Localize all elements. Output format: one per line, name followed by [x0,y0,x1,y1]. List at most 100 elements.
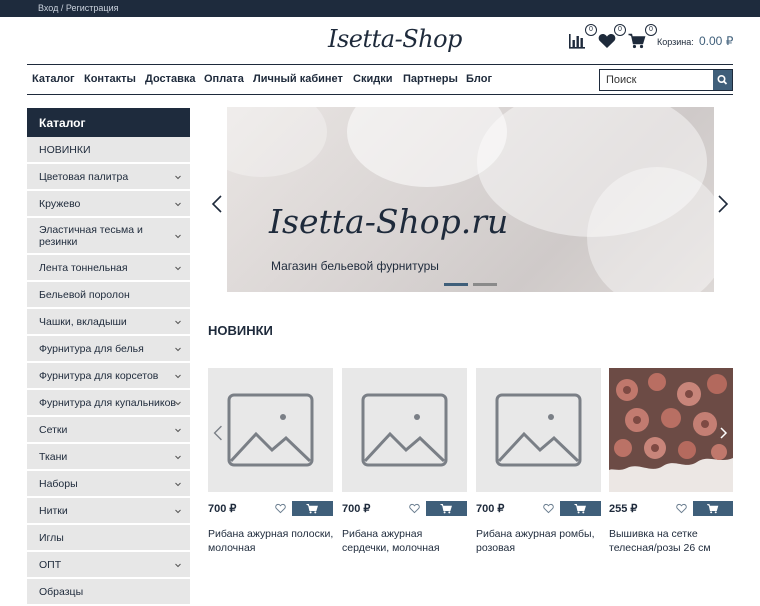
product-card[interactable]: 700 ₽ Рибана ажурная полоски, молочная [208,368,333,554]
image-placeholder-icon [227,393,314,467]
nav-discounts[interactable]: Скидки [353,73,392,85]
sidebar-item-label: Сетки [39,423,68,436]
sidebar-item-fabrics[interactable]: Ткани [27,444,190,471]
search-input[interactable] [600,70,712,90]
chevron-down-icon [175,428,181,432]
sidebar-title: Каталог [27,108,190,137]
sidebar-item-label: Наборы [39,477,78,490]
nav-delivery[interactable]: Доставка [145,73,196,85]
nav-catalog[interactable]: Каталог [32,73,75,85]
sidebar-item-label: Лента тоннельная [39,261,128,274]
add-to-cart-button[interactable] [693,501,733,516]
nav-account[interactable]: Личный кабинет [253,73,343,85]
sidebar-item-label: Ткани [39,450,68,463]
sidebar-item-lace[interactable]: Кружево [27,191,190,218]
heart-outline-icon[interactable] [409,503,420,514]
product-price: 700 ₽ [342,503,371,515]
product-price: 255 ₽ [609,503,638,515]
heart-outline-icon[interactable] [543,503,554,514]
heart-icon[interactable] [598,33,616,49]
site-logo[interactable]: Isetta-Shop [328,25,462,53]
sidebar-item-label: ОПТ [39,558,62,571]
chevron-down-icon [175,374,181,378]
sidebar-item-samples[interactable]: Образцы [27,579,190,606]
sidebar-item-color-palette[interactable]: Цветовая палитра [27,164,190,191]
sidebar-item-new[interactable]: НОВИНКИ [27,137,190,164]
product-name[interactable]: Рибана ажурная полоски, молочная [208,527,338,555]
header: Isetta-Shop 0 0 0 Корзина: 0.00 ₽ [0,17,760,65]
sidebar-item-threads[interactable]: Нитки [27,498,190,525]
product-card[interactable]: 700 ₽ Рибана ажурная ромбы, розовая [476,368,601,554]
nav-contacts[interactable]: Контакты [84,73,136,85]
carousel-prev-arrow-icon[interactable] [212,424,224,442]
chevron-down-icon [175,266,181,270]
sidebar-item-label: Иглы [39,531,64,544]
chevron-down-icon [175,563,181,567]
sidebar-item-wholesale[interactable]: ОПТ [27,552,190,579]
banner-prev-arrow-icon[interactable] [210,194,224,214]
chevron-down-icon [175,175,181,179]
compare-icon[interactable] [568,33,586,49]
sidebar-item-label: Эластичная тесьма и резинки [39,223,143,248]
embroidered-roses-image [609,368,733,470]
lace-decoration [227,107,327,177]
add-to-cart-button[interactable] [560,501,601,516]
slider-dot[interactable] [473,283,497,286]
chevron-down-icon [175,347,181,351]
product-name[interactable]: Вышивка на сетке телесная/розы 26 см [609,527,733,555]
catalog-sidebar: Каталог НОВИНКИ Цветовая палитра Кружево… [27,108,190,606]
nav-blog[interactable]: Блог [466,73,492,85]
sidebar-item-label: Фурнитура для корсетов [39,369,159,382]
cart-icon[interactable] [628,33,646,49]
cart-total[interactable]: 0.00 ₽ [699,34,733,48]
product-card[interactable]: 255 ₽ Вышивка на сетке телесная/розы 26 … [609,368,733,554]
product-price: 700 ₽ [476,503,505,515]
login-register-link[interactable]: Вход / Регистрация [38,3,118,13]
sidebar-item-mesh[interactable]: Сетки [27,417,190,444]
cart-icon [707,504,719,514]
sidebar-item-kits[interactable]: Наборы [27,471,190,498]
product-image-placeholder[interactable] [342,368,467,492]
product-image-placeholder[interactable] [208,368,333,492]
sidebar-item-elastic[interactable]: Эластичная тесьма и резинки [27,218,190,255]
product-image[interactable] [609,368,733,492]
heart-outline-icon[interactable] [275,503,286,514]
sidebar-item-cups[interactable]: Чашки, вкладыши [27,309,190,336]
slider-dot-active[interactable] [444,283,468,286]
add-to-cart-button[interactable] [292,501,333,516]
compare-count-badge: 0 [585,24,597,36]
chevron-down-icon [175,234,181,238]
product-name[interactable]: Рибана ажурная сердечки, молочная [342,527,472,555]
add-to-cart-button[interactable] [426,501,467,516]
section-title: НОВИНКИ [208,323,273,338]
sidebar-item-label: Нитки [39,504,68,517]
sidebar-item-label: Бельевой поролон [39,288,130,301]
sidebar-item-label: Кружево [39,197,81,210]
image-placeholder-icon [495,393,582,467]
chevron-down-icon [175,509,181,513]
banner-next-arrow-icon[interactable] [716,194,730,214]
product-image-placeholder[interactable] [476,368,601,492]
sidebar-item-label: Цветовая палитра [39,170,129,183]
chevron-down-icon [175,401,181,405]
image-placeholder-icon [361,393,448,467]
sidebar-item-label: Фурнитура для белья [39,342,144,355]
sidebar-item-label: Фурнитура для купальников [39,396,177,409]
hero-banner[interactable]: Isetta-Shop.ru Магазин бельевой фурнитур… [227,107,714,292]
sidebar-item-lingerie-hardware[interactable]: Фурнитура для белья [27,336,190,363]
cart-label[interactable]: Корзина: [657,37,694,47]
sidebar-item-tunnel-tape[interactable]: Лента тоннельная [27,255,190,282]
chevron-down-icon [175,455,181,459]
product-name[interactable]: Рибана ажурная ромбы, розовая [476,527,606,555]
sidebar-item-corset-hardware[interactable]: Фурнитура для корсетов [27,363,190,390]
nav-payment[interactable]: Оплата [204,73,244,85]
sidebar-item-foam[interactable]: Бельевой поролон [27,282,190,309]
product-card[interactable]: 700 ₽ Рибана ажурная сердечки, молочная [342,368,467,554]
search-button[interactable] [713,70,732,90]
sidebar-item-needles[interactable]: Иглы [27,525,190,552]
chevron-down-icon [175,320,181,324]
nav-partners[interactable]: Партнеры [403,73,458,85]
sidebar-item-swimwear-hardware[interactable]: Фурнитура для купальников [27,390,190,417]
heart-outline-icon[interactable] [676,503,687,514]
chevron-down-icon [175,482,181,486]
